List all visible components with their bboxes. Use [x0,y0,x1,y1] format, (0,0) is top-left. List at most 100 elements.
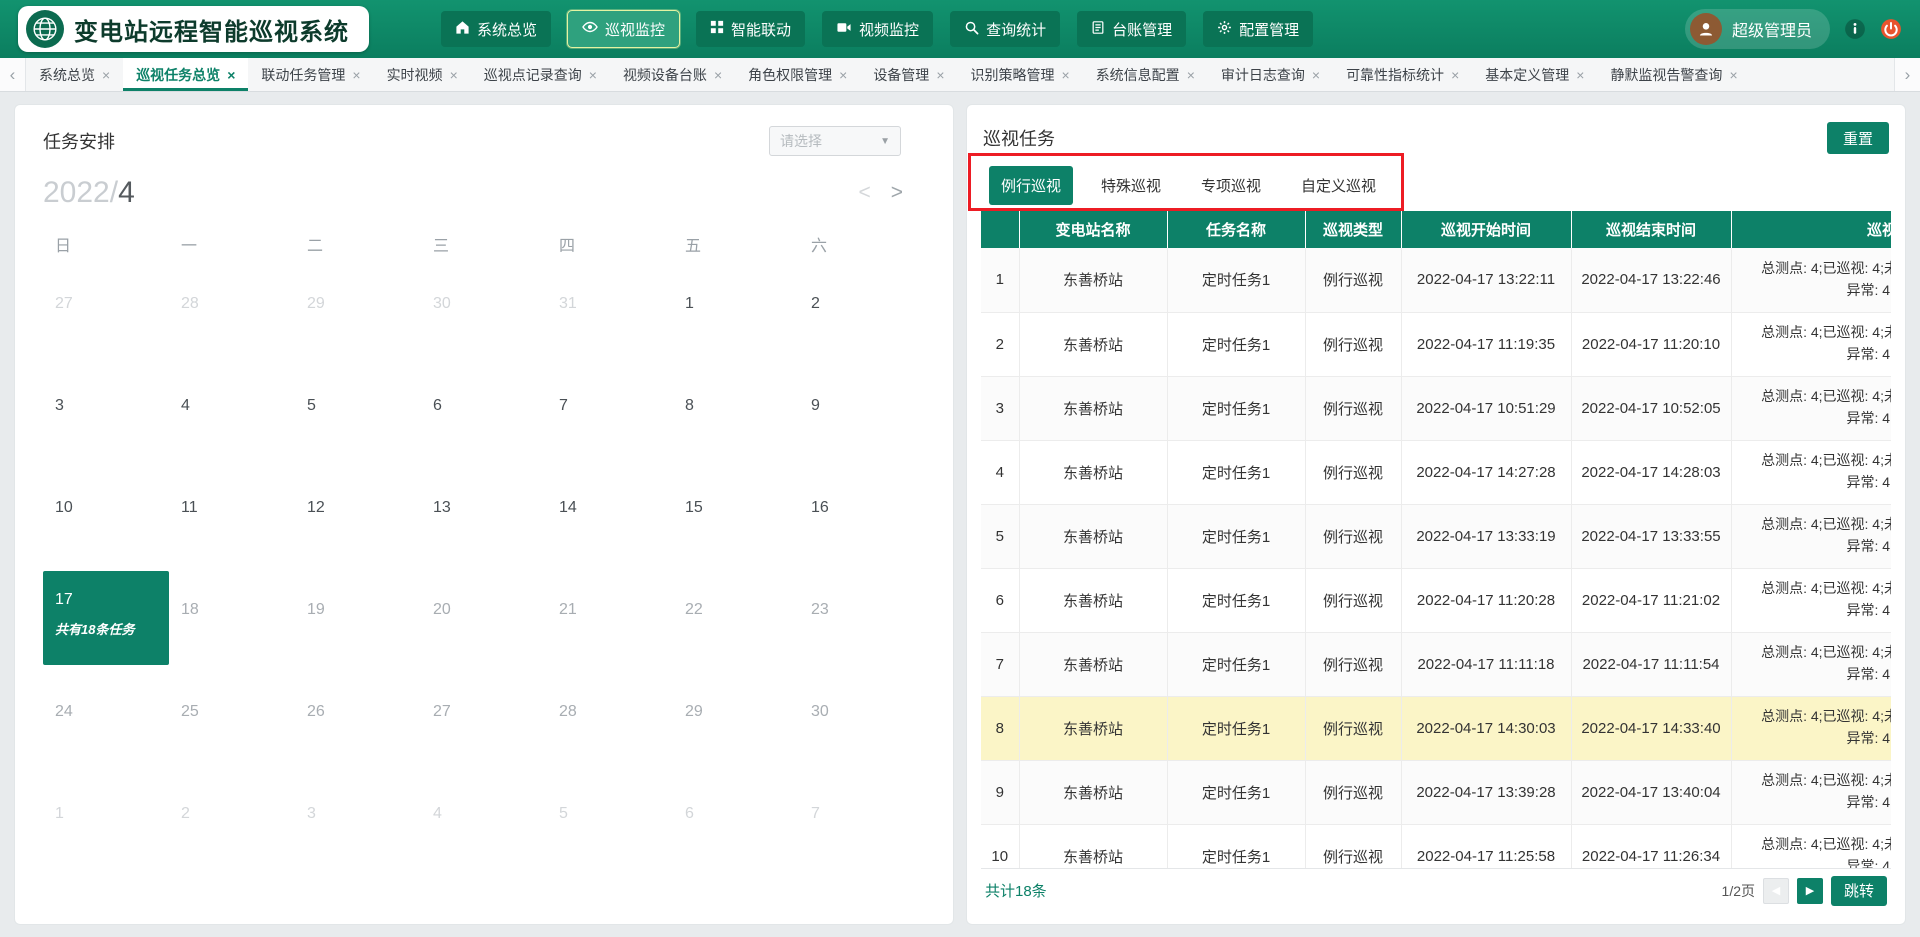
calendar-day[interactable]: 15 [673,469,799,571]
calendar-day[interactable]: 18 [169,571,295,673]
tab-close-icon[interactable]: × [936,67,944,83]
calendar-day[interactable]: 12 [295,469,421,571]
table-row[interactable]: 2 东善桥站 定时任务1 例行巡视 2022-04-17 11:19:35 20… [981,312,1891,376]
calendar-day[interactable]: 24 [43,673,169,775]
table-row[interactable]: 4 东善桥站 定时任务1 例行巡视 2022-04-17 14:27:28 20… [981,440,1891,504]
tab[interactable]: 静默监视告警查询 × [1597,58,1750,91]
calendar-day[interactable]: 31 [547,265,673,367]
calendar-day[interactable]: 27 [421,673,547,775]
calendar-day[interactable]: 11 [169,469,295,571]
power-icon[interactable] [1880,18,1902,40]
tab[interactable]: 可靠性指标统计 × [1333,58,1472,91]
calendar-day[interactable]: 25 [169,673,295,775]
tab-close-icon[interactable]: × [589,67,597,83]
prev-page-button[interactable]: ◀ [1763,878,1789,904]
calendar-day[interactable]: 22 [673,571,799,673]
jump-button[interactable]: 跳转 [1831,876,1887,906]
table-row[interactable]: 7 东善桥站 定时任务1 例行巡视 2022-04-17 11:11:18 20… [981,632,1891,696]
nav-system-overview[interactable]: 系统总览 [441,11,551,47]
table-row[interactable]: 9 东善桥站 定时任务1 例行巡视 2022-04-17 13:39:28 20… [981,760,1891,824]
user-menu[interactable]: 超级管理员 [1685,9,1830,49]
calendar-day[interactable]: 14 [547,469,673,571]
calendar-day[interactable]: 28 [169,265,295,367]
info-icon[interactable] [1844,18,1866,40]
calendar-day[interactable]: 26 [295,673,421,775]
nav-inspection-monitor[interactable]: 巡视监控 [568,11,679,47]
tab[interactable]: 实时视频 × [374,58,471,91]
calendar-day[interactable]: 2 [169,775,295,877]
calendar-day[interactable]: 5 [295,367,421,469]
inspection-type-tab[interactable]: 特殊巡视 [1089,166,1173,205]
table-row[interactable]: 3 东善桥站 定时任务1 例行巡视 2022-04-17 10:51:29 20… [981,376,1891,440]
calendar-next-icon[interactable]: > [891,181,903,205]
calendar-day[interactable]: 3 [43,367,169,469]
calendar-day[interactable]: 17 共有18条任务 [43,571,169,665]
inspection-type-tab[interactable]: 自定义巡视 [1289,166,1388,205]
nav-smart-linkage[interactable]: 智能联动 [696,11,805,47]
calendar-prev-icon[interactable]: < [858,181,870,205]
calendar-day[interactable]: 28 [547,673,673,775]
table-row[interactable]: 10 东善桥站 定时任务1 例行巡视 2022-04-17 11:25:58 2… [981,824,1891,868]
table-row[interactable]: 1 东善桥站 定时任务1 例行巡视 2022-04-17 13:22:11 20… [981,248,1891,312]
tab[interactable]: 设备管理 × [860,58,957,91]
tab[interactable]: 联动任务管理 × [248,58,373,91]
tab[interactable]: 识别策略管理 × [958,58,1083,91]
calendar-day[interactable]: 4 [421,775,547,877]
tabs-scroll-left-icon[interactable]: ‹ [0,58,26,91]
tab-close-icon[interactable]: × [1451,67,1459,83]
tab[interactable]: 角色权限管理 × [735,58,860,91]
calendar-day[interactable]: 27 [43,265,169,367]
calendar-day[interactable]: 3 [295,775,421,877]
tab-close-icon[interactable]: × [1062,67,1070,83]
nav-config-management[interactable]: 配置管理 [1203,11,1313,47]
calendar-day[interactable]: 30 [421,265,547,367]
tab[interactable]: 基本定义管理 × [1472,58,1597,91]
calendar-day[interactable]: 8 [673,367,799,469]
tab[interactable]: 系统信息配置 × [1083,58,1208,91]
reset-button[interactable]: 重置 [1827,122,1889,154]
calendar-day[interactable]: 6 [673,775,799,877]
calendar-day[interactable]: 10 [43,469,169,571]
table-row[interactable]: 5 东善桥站 定时任务1 例行巡视 2022-04-17 13:33:19 20… [981,504,1891,568]
nav-ledger-management[interactable]: 台账管理 [1077,11,1186,47]
tab[interactable]: 系统总览 × [26,58,123,91]
next-page-button[interactable]: ▶ [1797,878,1823,904]
calendar-day[interactable]: 20 [421,571,547,673]
tab-close-icon[interactable]: × [102,67,110,83]
calendar-day[interactable]: 1 [673,265,799,367]
calendar-day[interactable]: 16 [799,469,925,571]
tab-close-icon[interactable]: × [1729,67,1737,83]
tab[interactable]: 视频设备台账 × [610,58,735,91]
tab[interactable]: 审计日志查询 × [1208,58,1333,91]
inspection-type-tab[interactable]: 例行巡视 [989,166,1073,205]
calendar-day[interactable]: 19 [295,571,421,673]
calendar-day[interactable]: 30 [799,673,925,775]
calendar-day[interactable]: 9 [799,367,925,469]
schedule-filter-select[interactable]: 请选择 ▼ [769,126,901,156]
nav-video-monitor[interactable]: 视频监控 [822,11,933,47]
calendar-day[interactable]: 4 [169,367,295,469]
calendar-day[interactable]: 7 [799,775,925,877]
tab-close-icon[interactable]: × [839,67,847,83]
tab[interactable]: 巡视任务总览 × [123,58,248,91]
tab-close-icon[interactable]: × [450,67,458,83]
tab-close-icon[interactable]: × [352,67,360,83]
calendar-day[interactable]: 29 [673,673,799,775]
nav-query-statistics[interactable]: 查询统计 [950,11,1060,47]
calendar-day[interactable]: 1 [43,775,169,877]
calendar-day[interactable]: 23 [799,571,925,673]
table-row[interactable]: 6 东善桥站 定时任务1 例行巡视 2022-04-17 11:20:28 20… [981,568,1891,632]
table-row[interactable]: 8 东善桥站 定时任务1 例行巡视 2022-04-17 14:30:03 20… [981,696,1891,760]
tab-close-icon[interactable]: × [1312,67,1320,83]
tab-close-icon[interactable]: × [227,67,235,83]
tab-close-icon[interactable]: × [714,67,722,83]
calendar-day[interactable]: 2 [799,265,925,367]
tab-close-icon[interactable]: × [1576,67,1584,83]
calendar-day[interactable]: 13 [421,469,547,571]
tab[interactable]: 巡视点记录查询 × [471,58,610,91]
inspection-type-tab[interactable]: 专项巡视 [1189,166,1273,205]
calendar-day[interactable]: 6 [421,367,547,469]
calendar-day[interactable]: 7 [547,367,673,469]
calendar-day[interactable]: 21 [547,571,673,673]
calendar-day[interactable]: 29 [295,265,421,367]
